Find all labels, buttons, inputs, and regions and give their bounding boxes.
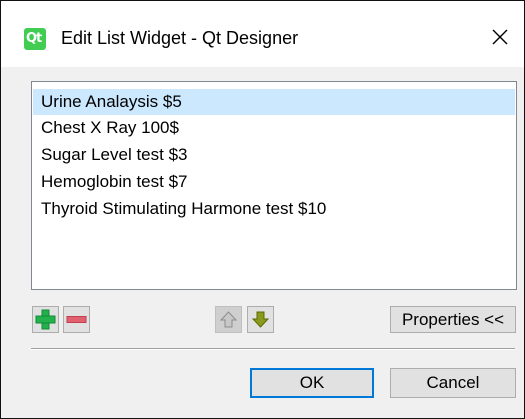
- remove-item-button[interactable]: [63, 306, 90, 333]
- close-button[interactable]: [478, 19, 524, 55]
- plus-icon: [35, 309, 56, 330]
- move-up-button[interactable]: [215, 306, 242, 333]
- arrow-down-icon: [251, 311, 270, 328]
- list-item[interactable]: Sugar Level test $3: [33, 142, 515, 168]
- title-bar: Qt Edit List Widget - Qt Designer: [1, 1, 524, 67]
- list-item[interactable]: Thyroid Stimulating Harmone test $10: [33, 196, 515, 222]
- qt-logo-text: Qt: [26, 31, 42, 46]
- minus-icon: [66, 316, 87, 323]
- list-item[interactable]: Chest X Ray 100$: [33, 115, 515, 141]
- separator: [31, 348, 515, 350]
- items-list[interactable]: Urine Analaysis $5 Chest X Ray 100$ Suga…: [31, 81, 517, 290]
- window-title: Edit List Widget - Qt Designer: [61, 28, 299, 48]
- cancel-button[interactable]: Cancel: [390, 368, 516, 398]
- properties-toggle-button[interactable]: Properties <<: [390, 306, 516, 333]
- edit-list-widget-dialog: Qt Edit List Widget - Qt Designer Urine …: [0, 0, 525, 419]
- arrow-up-icon: [219, 311, 238, 328]
- list-item[interactable]: Hemoglobin test $7: [33, 169, 515, 195]
- add-item-button[interactable]: [32, 306, 59, 333]
- move-down-button[interactable]: [247, 306, 274, 333]
- list-item[interactable]: Urine Analaysis $5: [33, 89, 515, 115]
- close-icon: [492, 29, 508, 45]
- qt-logo-icon: Qt: [24, 28, 46, 50]
- ok-button[interactable]: OK: [250, 368, 374, 398]
